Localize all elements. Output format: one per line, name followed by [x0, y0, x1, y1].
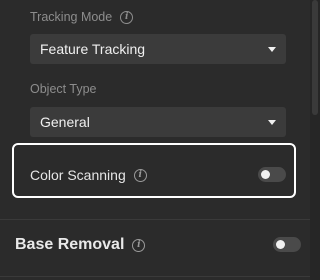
tracking-mode-heading: Tracking Mode i — [30, 10, 134, 24]
section-divider — [0, 219, 310, 220]
base-removal-heading: Base Removal i — [15, 236, 146, 254]
tracking-mode-select[interactable]: Feature Tracking — [30, 34, 286, 64]
chevron-down-icon — [268, 46, 276, 52]
scrollbar-thumb[interactable] — [312, 0, 318, 115]
color-scanning-label: Color Scanning — [30, 167, 126, 183]
base-removal-label: Base Removal — [15, 236, 125, 253]
info-icon[interactable]: i — [120, 10, 134, 24]
section-divider — [0, 276, 310, 277]
toggle-knob — [276, 240, 285, 249]
base-removal-toggle[interactable] — [273, 237, 301, 252]
color-scanning-toggle[interactable] — [258, 167, 286, 182]
settings-panel: Tracking Mode i Feature Tracking Object … — [0, 0, 310, 280]
object-type-value: General — [40, 114, 90, 130]
tracking-mode-label: Tracking Mode — [30, 10, 113, 24]
object-type-label: Object Type — [30, 82, 97, 96]
info-icon[interactable]: i — [133, 168, 147, 182]
color-scanning-heading: Color Scanning i — [30, 167, 147, 183]
object-type-select[interactable]: General — [30, 107, 286, 137]
chevron-down-icon — [268, 119, 276, 125]
object-type-heading: Object Type — [30, 82, 96, 96]
tracking-mode-value: Feature Tracking — [40, 41, 146, 57]
info-icon[interactable]: i — [132, 238, 146, 252]
toggle-knob — [261, 170, 270, 179]
scrollbar[interactable] — [310, 0, 320, 280]
